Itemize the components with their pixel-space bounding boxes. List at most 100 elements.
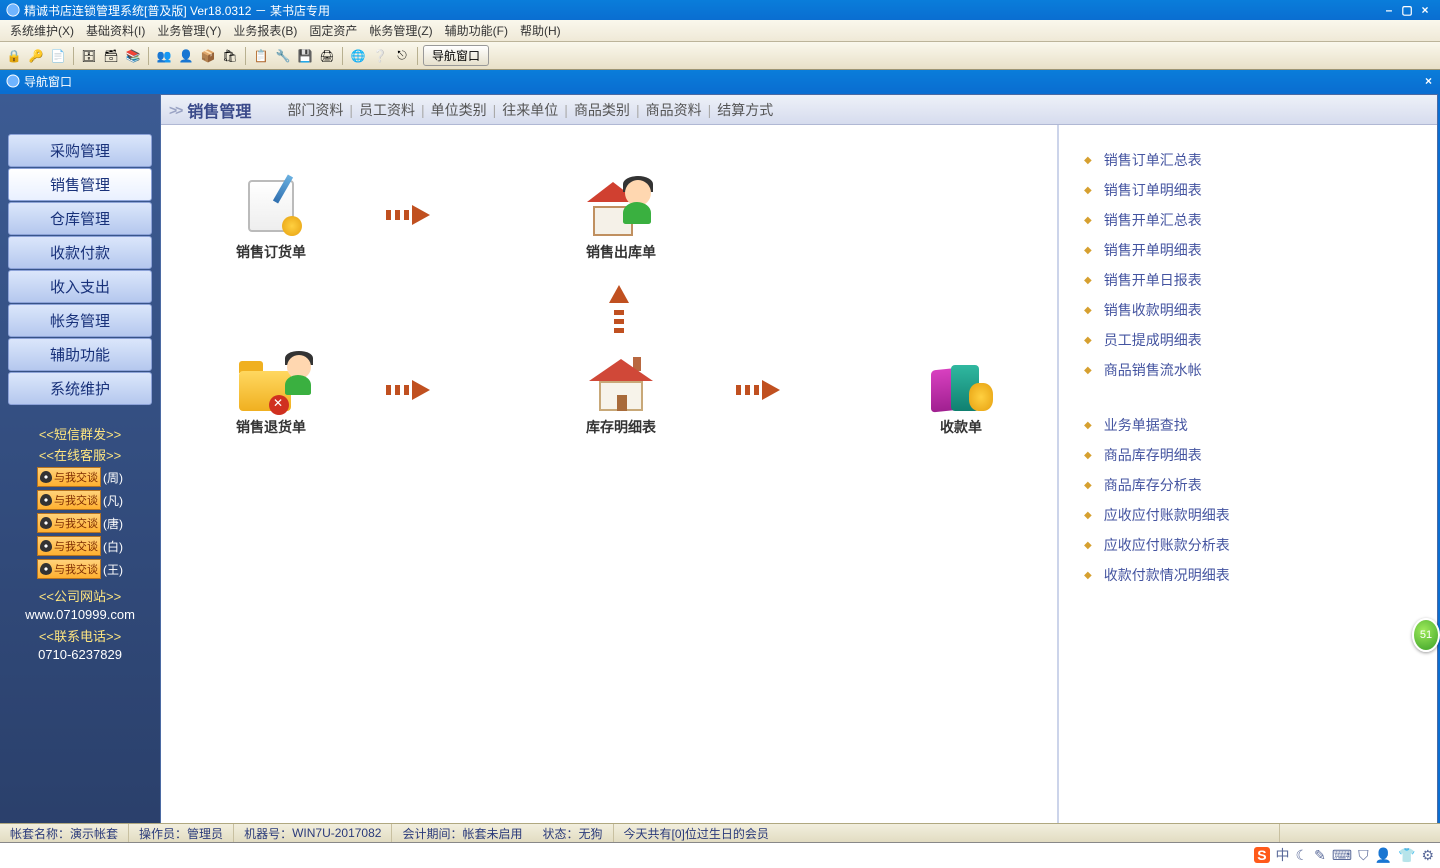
tool-exit-icon[interactable]: ⎋ <box>392 46 412 66</box>
person-house-out-icon <box>589 180 653 236</box>
header-link[interactable]: 部门资料 <box>281 102 349 118</box>
qq-contact-name: (周) <box>103 469 123 486</box>
header-link[interactable]: 往来单位 <box>496 102 564 118</box>
header-link[interactable]: 员工资料 <box>353 102 421 118</box>
menu-fixed-assets[interactable]: 固定资产 <box>303 20 363 41</box>
tool-pack-icon[interactable]: 🛍 <box>220 46 240 66</box>
flow-sales-return[interactable]: 销售退货单 <box>211 355 331 437</box>
tool-print-icon[interactable]: 🖨 <box>317 46 337 66</box>
tool-key-icon[interactable]: 🔑 <box>26 46 46 66</box>
report-link[interactable]: 商品库存分析表 <box>1084 470 1422 500</box>
toolbar-separator <box>245 47 246 65</box>
document-close-button[interactable]: × <box>1425 74 1432 88</box>
tray-icon[interactable]: ✎ <box>1314 847 1326 864</box>
sidebar: 采购管理 销售管理 仓库管理 收款付款 收入支出 帐务管理 辅助功能 系统维护 … <box>0 94 160 849</box>
tray-icon[interactable]: ☾ <box>1296 847 1309 864</box>
report-link[interactable]: 销售订单汇总表 <box>1084 145 1422 175</box>
flow-sales-order[interactable]: 销售订货单 <box>211 180 331 262</box>
menu-aux-functions[interactable]: 辅助功能(F) <box>439 20 514 41</box>
flow-sales-out[interactable]: 销售出库单 <box>561 180 681 262</box>
qq-chat-icon: 与我交谈 <box>37 536 101 556</box>
qq-chat-icon: 与我交谈 <box>37 467 101 487</box>
header-link[interactable]: 商品类别 <box>568 102 636 118</box>
tray-icon[interactable]: ⌨ <box>1332 847 1352 864</box>
tool-globe-icon[interactable]: 🌐 <box>348 46 368 66</box>
tool-note-icon[interactable]: 📄 <box>48 46 68 66</box>
status-label: 机器号： <box>244 825 292 842</box>
menu-business-manage[interactable]: 业务管理(Y) <box>151 20 227 41</box>
sidebar-sms-header[interactable]: <<短信群发>> <box>0 424 160 443</box>
qq-contact-row[interactable]: 与我交谈(凡) <box>0 490 160 510</box>
report-link[interactable]: 收款付款情况明细表 <box>1084 560 1422 590</box>
tool-user-icon[interactable]: 👤 <box>176 46 196 66</box>
report-link[interactable]: 销售收款明细表 <box>1084 295 1422 325</box>
tool-box-icon[interactable]: 📦 <box>198 46 218 66</box>
qq-contact-row[interactable]: 与我交谈(周) <box>0 467 160 487</box>
sidebar-site-url[interactable]: www.0710999.com <box>0 607 160 622</box>
maximize-button[interactable]: ▢ <box>1398 3 1416 17</box>
tray-icon[interactable]: 中 <box>1276 845 1290 865</box>
tool-settings-icon[interactable]: 🔧 <box>273 46 293 66</box>
sidebar-item-income-expense[interactable]: 收入支出 <box>8 270 152 303</box>
nav-window-button[interactable]: 导航窗口 <box>423 45 489 66</box>
tool-db2-icon[interactable]: 🗃 <box>101 46 121 66</box>
sidebar-item-accounting[interactable]: 帐务管理 <box>8 304 152 337</box>
tool-save-icon[interactable]: 💾 <box>295 46 315 66</box>
status-value: 管理员 <box>187 825 223 842</box>
flow-stock-detail[interactable]: 库存明细表 <box>561 355 681 437</box>
tool-lock-icon[interactable]: 🔒 <box>4 46 24 66</box>
sidebar-item-warehouse[interactable]: 仓库管理 <box>8 202 152 235</box>
tool-users-icon[interactable]: 👥 <box>154 46 174 66</box>
report-link[interactable]: 商品销售流水帐 <box>1084 355 1422 385</box>
sidebar-item-purchase[interactable]: 采购管理 <box>8 134 152 167</box>
tool-help-icon[interactable]: ❔ <box>370 46 390 66</box>
document-tab-bar: 导航窗口 × <box>0 70 1440 92</box>
report-link[interactable]: 应收应付账款明细表 <box>1084 500 1422 530</box>
menu-account-manage[interactable]: 帐务管理(Z) <box>363 20 438 41</box>
report-link[interactable]: 应收应付账款分析表 <box>1084 530 1422 560</box>
tool-db3-icon[interactable]: 📚 <box>123 46 143 66</box>
report-list-a: 销售订单汇总表销售订单明细表销售开单汇总表销售开单明细表销售开单日报表销售收款明… <box>1084 145 1422 385</box>
report-link[interactable]: 员工提成明细表 <box>1084 325 1422 355</box>
content-panel: >> 销售管理 部门资料|员工资料|单位类别|往来单位|商品类别|商品资料|结算… <box>160 94 1438 849</box>
status-value: WIN7U-2017082 <box>292 826 381 840</box>
app-icon <box>6 3 20 17</box>
toolbar-separator <box>73 47 74 65</box>
report-link[interactable]: 业务单据查找 <box>1084 410 1422 440</box>
tray-icon[interactable]: ⚙ <box>1421 847 1434 864</box>
menu-business-report[interactable]: 业务报表(B) <box>227 20 303 41</box>
tool-list-icon[interactable]: 📋 <box>251 46 271 66</box>
header-link[interactable]: 商品资料 <box>640 102 708 118</box>
header-title: 销售管理 <box>187 98 251 122</box>
qq-chat-icon: 与我交谈 <box>37 490 101 510</box>
sidebar-item-sysmaint[interactable]: 系统维护 <box>8 372 152 405</box>
close-button[interactable]: × <box>1416 3 1434 17</box>
sidebar-item-sales[interactable]: 销售管理 <box>8 168 152 201</box>
tray-icon[interactable]: ⛉ <box>1358 847 1369 864</box>
sidebar-item-payment[interactable]: 收款付款 <box>8 236 152 269</box>
tray-icon[interactable]: 👤 <box>1375 847 1392 864</box>
menu-basic-data[interactable]: 基础资料(I) <box>80 20 151 41</box>
tray-icon[interactable]: S <box>1254 847 1269 863</box>
floating-badge[interactable]: 51 <box>1412 618 1440 652</box>
document-tab-title[interactable]: 导航窗口 <box>24 73 72 90</box>
report-link[interactable]: 销售开单日报表 <box>1084 265 1422 295</box>
minimize-button[interactable]: – <box>1380 3 1398 17</box>
qq-contact-row[interactable]: 与我交谈(白) <box>0 536 160 556</box>
menu-system-maintain[interactable]: 系统维护(X) <box>4 20 80 41</box>
report-link[interactable]: 销售开单汇总表 <box>1084 205 1422 235</box>
header-link[interactable]: 结算方式 <box>711 102 779 118</box>
report-link[interactable]: 销售开单明细表 <box>1084 235 1422 265</box>
sidebar-item-aux[interactable]: 辅助功能 <box>8 338 152 371</box>
report-link[interactable]: 商品库存明细表 <box>1084 440 1422 470</box>
tool-db1-icon[interactable]: 🗄 <box>79 46 99 66</box>
tray-icon[interactable]: 👕 <box>1398 847 1415 864</box>
flow-label: 销售出库单 <box>561 242 681 262</box>
header-link[interactable]: 单位类别 <box>425 102 493 118</box>
report-link[interactable]: 销售订单明细表 <box>1084 175 1422 205</box>
qq-contact-name: (唐) <box>103 515 123 532</box>
qq-contact-row[interactable]: 与我交谈(王) <box>0 559 160 579</box>
menu-help[interactable]: 帮助(H) <box>514 20 567 41</box>
flow-receipt[interactable]: 收款单 <box>901 355 1021 437</box>
qq-contact-row[interactable]: 与我交谈(唐) <box>0 513 160 533</box>
